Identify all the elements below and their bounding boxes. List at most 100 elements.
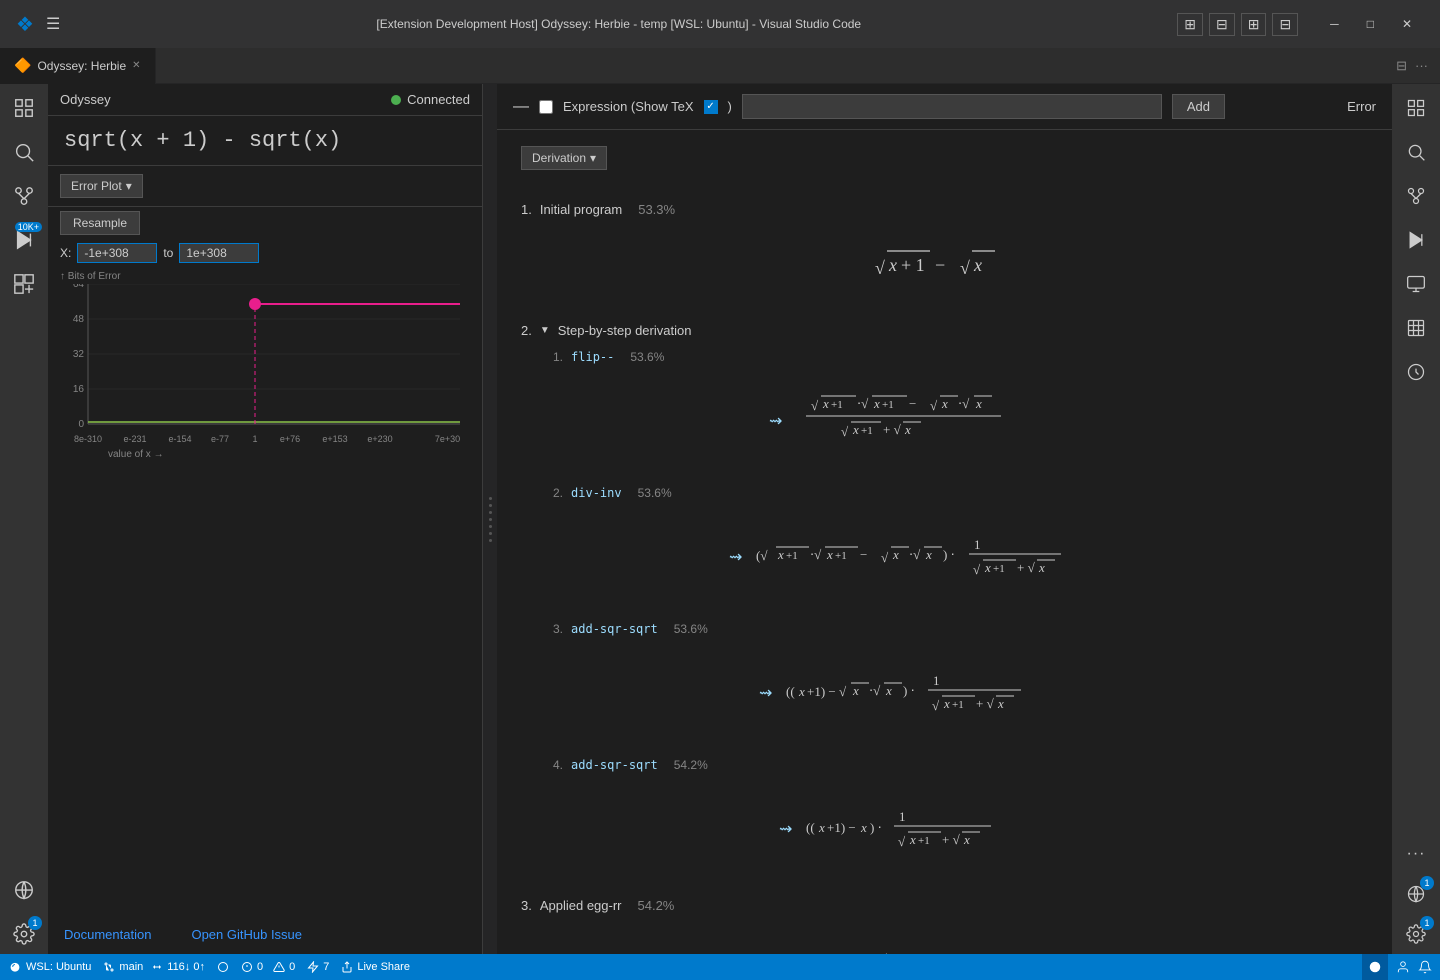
divider-dot [489, 497, 492, 500]
derivation-panel[interactable]: Derivation ▾ 1. Initial program 53.3% √ [497, 130, 1392, 954]
activity-explorer[interactable] [4, 88, 44, 128]
svg-text:+ √: + √ [942, 832, 961, 847]
live-share-status[interactable]: Live Share [341, 961, 410, 973]
split-editor-icon[interactable]: ⊟ [1396, 58, 1407, 74]
plot-type-dropdown[interactable]: Error Plot ▾ [60, 174, 143, 198]
sub-step-4-header: 4. add-sqr-sqrt 54.2% [553, 758, 1368, 772]
layout-icon-3[interactable]: ⊞ [1241, 13, 1267, 36]
sub-step-3-math: ⇝ (( x +1) − √ x ⋅√ x ) ⋅ 1 [553, 648, 1368, 738]
hamburger-menu[interactable]: ☰ [46, 14, 60, 34]
branch-status[interactable]: main 116↓ 0↑ [103, 961, 205, 973]
sub-step-1-header: 1. flip-- 53.6% [553, 350, 1368, 364]
svg-text:⋅√: ⋅√ [909, 547, 921, 562]
activity-remote[interactable] [4, 870, 44, 910]
sub-step-3-code: add-sqr-sqrt [571, 622, 658, 636]
svg-text:) ⋅: ) ⋅ [870, 820, 882, 835]
resample-button[interactable]: Resample [60, 211, 140, 235]
svg-text:x: x [873, 396, 880, 411]
left-panel: Odyssey Connected sqrt(x + 1) - sqrt(x) … [48, 84, 483, 954]
rs-search[interactable] [1396, 132, 1436, 172]
derivation-dropdown[interactable]: Derivation ▾ [521, 146, 607, 170]
main-container: 10K+ 1 Odyssey Connected sqrt(x + 1) - s… [0, 84, 1440, 954]
dropdown-chevron: ▾ [590, 151, 596, 165]
expression-input[interactable] [742, 94, 1162, 119]
connected-indicator [391, 95, 401, 105]
rs-chart[interactable] [1396, 308, 1436, 348]
github-link[interactable]: Open GitHub Issue [191, 927, 302, 942]
svg-text:e+76: e+76 [280, 434, 300, 444]
svg-text:x: x [892, 547, 899, 562]
rs-pages[interactable] [1396, 88, 1436, 128]
rs-monitor[interactable] [1396, 264, 1436, 304]
activity-scm[interactable] [4, 176, 44, 216]
formula-text: sqrt(x + 1) - sqrt(x) [64, 128, 341, 153]
expr-paren: ) [728, 99, 732, 114]
sub-step-3-num: 3. [553, 622, 563, 636]
svg-text:x: x [904, 422, 911, 437]
settings-badge: 1 [28, 916, 42, 930]
right-panel: — Expression (Show TeX ✓ ) Add Error Der… [497, 84, 1392, 954]
remote-status[interactable]: WSL: Ubuntu [8, 960, 91, 974]
sub-step-4-math: ⇝ (( x +1) − x ) ⋅ 1 √ x [553, 784, 1368, 874]
rs-analytics[interactable] [1396, 352, 1436, 392]
svg-text:+1) −: +1) − [827, 820, 856, 835]
globe-badge: 1 [1420, 876, 1434, 890]
svg-text:+ √: + √ [1017, 560, 1036, 575]
add-button[interactable]: Add [1172, 94, 1225, 119]
minimize-button[interactable]: ─ [1318, 13, 1351, 35]
sub-step-2-pct: 53.6% [638, 486, 672, 500]
branch-label: main [119, 961, 143, 973]
divider-dot [489, 504, 492, 507]
more-actions-icon[interactable]: ··· [1415, 58, 1428, 74]
svg-text:(√: (√ [756, 548, 768, 563]
show-tex-checkbox[interactable]: ✓ [704, 100, 718, 114]
documentation-link[interactable]: Documentation [64, 927, 151, 942]
x-from-input[interactable] [77, 243, 157, 263]
ports-status[interactable]: 7 [307, 961, 329, 973]
activity-run[interactable]: 10K+ [4, 220, 44, 260]
sub-step-4-pct: 54.2% [674, 758, 708, 772]
step-3-header: 3. Applied egg-rr 54.2% [521, 898, 1368, 913]
maximize-button[interactable]: □ [1355, 13, 1386, 35]
rs-graph[interactable] [1396, 176, 1436, 216]
activity-search[interactable] [4, 132, 44, 172]
svg-text:+1: +1 [918, 835, 930, 847]
sub-step-4-num: 4. [553, 758, 563, 772]
svg-text:e-231: e-231 [123, 434, 146, 444]
activity-settings[interactable]: 1 [4, 914, 44, 954]
svg-text:e+230: e+230 [367, 434, 392, 444]
collapse-button[interactable]: — [513, 98, 529, 116]
close-button[interactable]: ✕ [1390, 13, 1424, 35]
step-2-expand[interactable]: ▼ [540, 325, 550, 336]
x-to-input[interactable] [179, 243, 259, 263]
wsl-label: WSL: Ubuntu [26, 961, 91, 973]
layout-icon-1[interactable]: ⊞ [1177, 13, 1203, 36]
expression-checkbox[interactable] [539, 100, 553, 114]
sub-step-3: 3. add-sqr-sqrt 53.6% ⇝ (( x +1) − √ x [553, 622, 1368, 738]
rs-run[interactable] [1396, 220, 1436, 260]
errors-status[interactable]: 0 0 [241, 961, 295, 973]
notifications-btn[interactable] [1418, 960, 1432, 974]
svg-text:√: √ [930, 398, 938, 413]
tabbar: 🔶 Odyssey: Herbie ✕ ⊟ ··· [0, 48, 1440, 84]
rs-settings[interactable]: 1 [1396, 914, 1436, 954]
svg-text:x: x [885, 683, 892, 698]
svg-text:⋅√: ⋅√ [958, 396, 970, 411]
svg-text:e-154: e-154 [168, 434, 191, 444]
tab-close-button[interactable]: ✕ [132, 60, 140, 71]
panel-divider[interactable] [483, 84, 497, 954]
active-tab[interactable]: 🔶 Odyssey: Herbie ✕ [0, 48, 156, 84]
layout-icon-2[interactable]: ⊟ [1209, 13, 1235, 36]
step-2-header: 2. ▼ Step-by-step derivation [521, 323, 1368, 338]
svg-text:−: − [935, 255, 945, 275]
account-btn[interactable] [1396, 960, 1410, 974]
svg-text:−: − [860, 547, 867, 562]
rs-more[interactable]: ··· [1396, 834, 1436, 874]
svg-text:+1: +1 [993, 563, 1005, 575]
remote-btn[interactable] [217, 961, 229, 973]
rs-globe[interactable]: 1 [1396, 874, 1436, 914]
copilot-btn[interactable] [1362, 954, 1388, 980]
plot-container: ↑ Bits of Error 0 16 32 48 64 [48, 271, 482, 915]
layout-icon-4[interactable]: ⊟ [1272, 13, 1298, 36]
activity-extensions[interactable] [4, 264, 44, 304]
